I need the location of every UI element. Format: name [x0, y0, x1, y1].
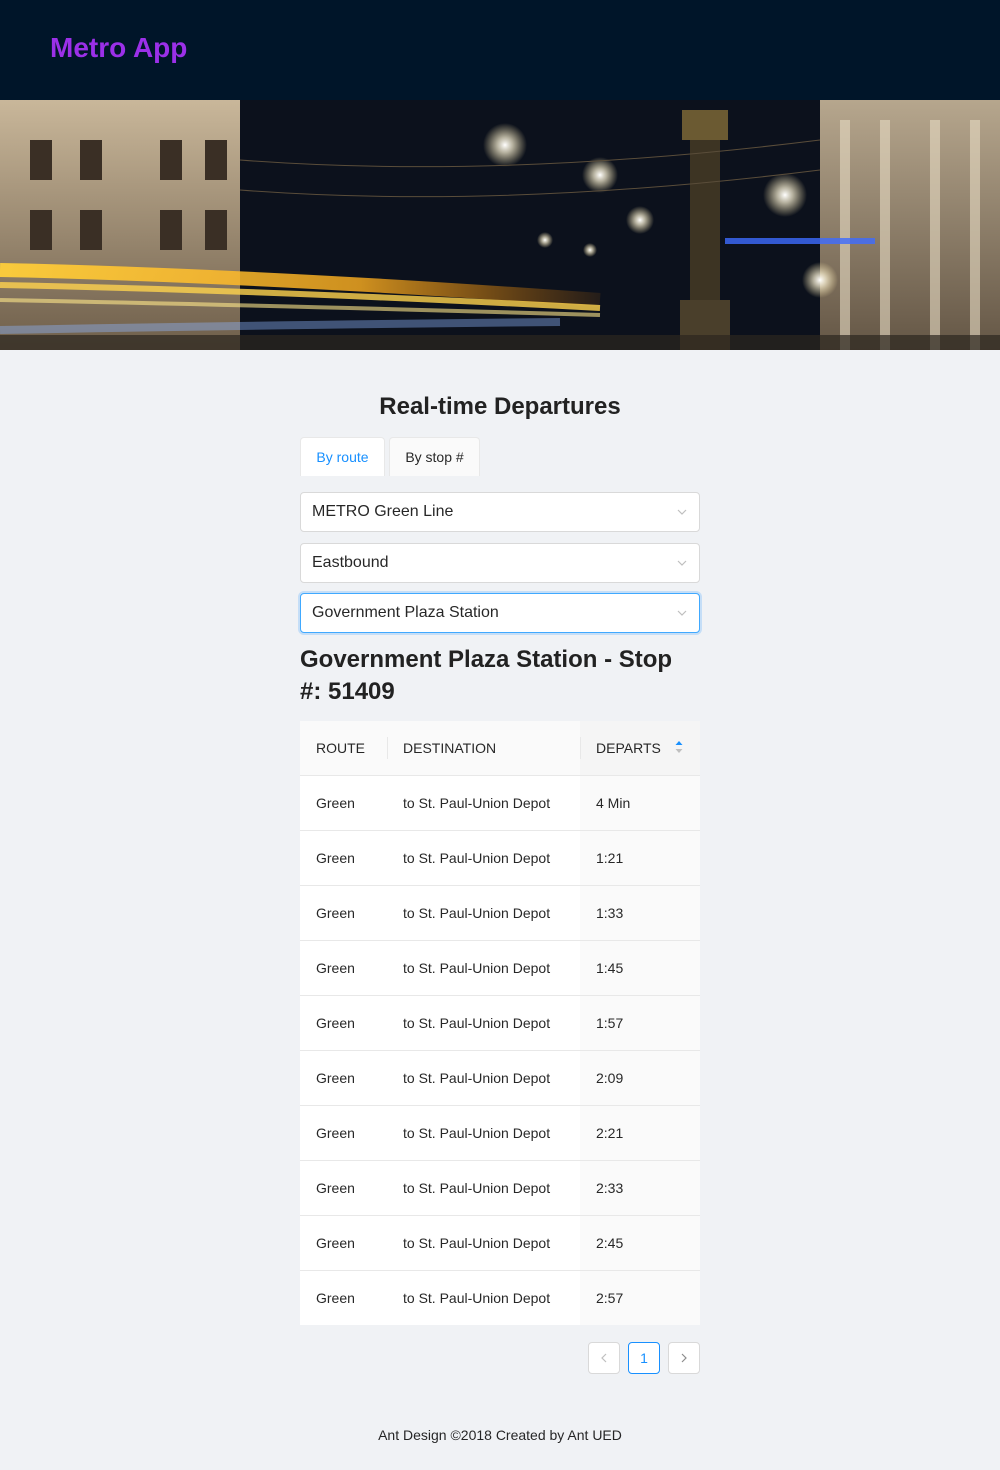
- cell-route: Green: [300, 1105, 387, 1161]
- stop-select[interactable]: Government Plaza Station: [300, 593, 700, 633]
- app-logo[interactable]: Metro App: [50, 30, 187, 66]
- cell-route: Green: [300, 1215, 387, 1271]
- table-row: Green to St. Paul-Union Depot 1:21: [300, 830, 700, 886]
- cell-destination: to St. Paul-Union Depot: [403, 1289, 551, 1306]
- page-1-button[interactable]: 1: [628, 1342, 660, 1374]
- cell-route: Green: [300, 1160, 387, 1216]
- table-row: Green to St. Paul-Union Depot 2:09: [300, 1050, 700, 1106]
- cell-destination: to St. Paul-Union Depot: [387, 940, 580, 996]
- app-header: Metro App: [0, 0, 1000, 100]
- cell-destination: to St. Paul-Union Depot: [387, 1105, 580, 1161]
- page-footer: Ant Design ©2018 Created by Ant UED: [378, 1427, 622, 1443]
- table-row: Green to St. Paul-Union Depot 1:57: [300, 995, 700, 1051]
- next-page-button[interactable]: [668, 1342, 700, 1374]
- departures-table: ROUTE DESTINATION DEPARTS Green to St. Pa…: [300, 721, 700, 1325]
- cell-destination: to St. Paul-Union Depot: [387, 1160, 580, 1216]
- cell-departs: 1:33: [580, 885, 700, 941]
- stop-select-value: Government Plaza Station: [312, 604, 499, 621]
- cell-destination: to St. Paul-Union Depot: [387, 995, 580, 1051]
- cell-route: Green: [316, 1289, 355, 1306]
- cell-departs: 1:45: [580, 940, 700, 996]
- cell-route: Green: [300, 775, 387, 831]
- table-row: Green to St. Paul-Union Depot 2:21: [300, 1105, 700, 1161]
- cell-departs: 2:33: [580, 1160, 700, 1216]
- table-row: Green to St. Paul-Union Depot 2:33: [300, 1160, 700, 1216]
- cell-destination: to St. Paul-Union Depot: [387, 1215, 580, 1271]
- table-header-row: ROUTE DESTINATION DEPARTS: [300, 721, 700, 776]
- table-row: Green to St. Paul-Union Depot 1:33: [300, 885, 700, 941]
- cell-route: Green: [300, 1050, 387, 1106]
- column-header-destination: DESTINATION: [387, 721, 580, 776]
- cell-departs: 4 Min: [580, 775, 700, 831]
- tab-by-route[interactable]: By route: [300, 437, 385, 476]
- stop-heading: Government Plaza Station - Stop #: 51409: [300, 646, 673, 705]
- chevron-right-icon: [681, 1353, 687, 1363]
- tab-by-stop[interactable]: By stop #: [389, 437, 480, 476]
- column-header-departs[interactable]: DEPARTS: [580, 721, 700, 776]
- column-header-route: ROUTE: [300, 721, 387, 776]
- table-row: Green to St. Paul-Union Depot 4 Min: [300, 775, 700, 831]
- table-row: Green to St. Paul-Union Depot 1:45: [300, 940, 700, 996]
- cell-route: Green: [300, 995, 387, 1051]
- cell-route: Green: [300, 885, 387, 941]
- cell-departs: 2:45: [580, 1215, 700, 1271]
- chevron-left-icon: [601, 1353, 607, 1363]
- hero-image: [0, 100, 1000, 350]
- hero-city-night-illustration: [0, 100, 1000, 350]
- cell-departs: 2:09: [580, 1050, 700, 1106]
- route-select-value: METRO Green Line: [312, 503, 454, 520]
- cell-destination: to St. Paul-Union Depot: [387, 885, 580, 941]
- chevron-down-icon: [676, 594, 688, 632]
- route-select[interactable]: METRO Green Line: [300, 492, 700, 532]
- departures-table-body: Green to St. Paul-Union Depot 4 Min Green to…: [300, 775, 700, 1325]
- cell-departs: 1:57: [580, 995, 700, 1051]
- cell-departs: 2:57: [580, 1270, 700, 1325]
- cell-destination: to St. Paul-Union Depot: [387, 775, 580, 831]
- cell-route: Green: [300, 940, 387, 996]
- chevron-down-icon: [676, 493, 688, 531]
- prev-page-button[interactable]: [588, 1342, 620, 1374]
- cell-departs: 1:21: [580, 830, 700, 886]
- cell-departs: 2:21: [580, 1105, 700, 1161]
- table-row: Green to St. Paul-Union Depot 2:45: [300, 1215, 700, 1271]
- chevron-down-icon: [676, 544, 688, 582]
- table-row: Green to St. Paul-Union Depot 2:57: [300, 1270, 700, 1325]
- direction-select[interactable]: Eastbound: [300, 543, 700, 583]
- page-title: Real-time Departures: [379, 393, 621, 420]
- direction-select-value: Eastbound: [312, 554, 389, 571]
- cell-route: Green: [300, 830, 387, 886]
- cell-destination: to St. Paul-Union Depot: [387, 1050, 580, 1106]
- cell-destination: to St. Paul-Union Depot: [387, 830, 580, 886]
- sort-icon[interactable]: [675, 740, 683, 757]
